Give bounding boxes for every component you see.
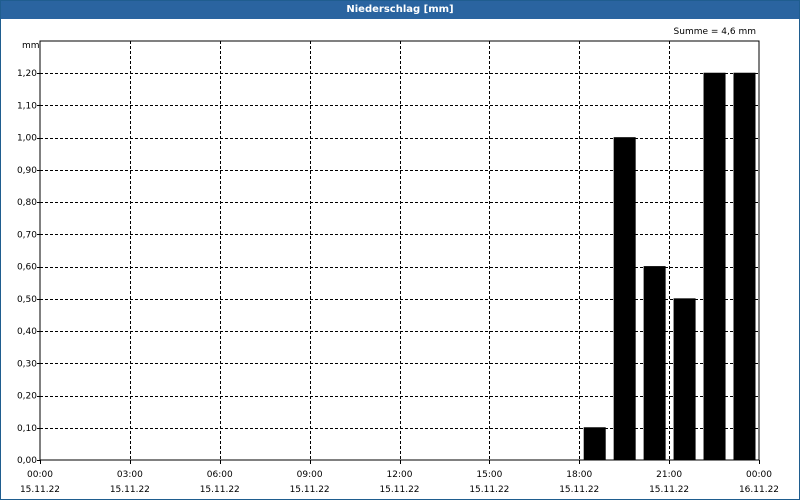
x-tick-date-label: 15.11.22	[290, 485, 330, 495]
x-tick-date-label: 15.11.22	[469, 485, 509, 495]
x-tick-time-label: 18:00	[566, 470, 592, 480]
bar	[583, 427, 606, 461]
bar	[673, 298, 696, 461]
x-tick-time-label: 00:00	[746, 470, 772, 480]
x-tick-date-label: 15.11.22	[559, 485, 599, 495]
x-axis: 00:00 15.11.22 03:00 15.11.22 06:00 15.11.22 0…	[20, 460, 779, 495]
y-tick-label: 0,80	[17, 198, 37, 208]
x-tick-date-label: 16.11.22	[739, 485, 779, 495]
y-tick-label: 0,70	[17, 230, 37, 240]
y-tick-label: 0,10	[17, 424, 37, 434]
sum-label: Summe = 4,6 mm	[674, 27, 756, 37]
y-tick-label: 1,10	[17, 101, 37, 111]
x-tick-date-label: 15.11.22	[649, 485, 689, 495]
y-tick-label: 0,30	[17, 359, 37, 369]
bar	[703, 72, 726, 461]
y-tick-label: 1,00	[17, 134, 37, 144]
x-tick-time-label: 09:00	[297, 470, 323, 480]
x-tick-time-label: 21:00	[656, 470, 682, 480]
y-axis-unit-label: mm	[22, 41, 40, 51]
x-tick-date-label: 15.11.22	[110, 485, 150, 495]
precipitation-chart: 0,00 0,10 0,20 0,30 0,40 0,50 0,60 0,70 0,80 0,90…	[17, 27, 779, 495]
x-tick-date-label: 15.11.22	[379, 485, 419, 495]
bar	[613, 137, 636, 461]
bar	[733, 72, 756, 461]
x-tick-time-label: 06:00	[207, 470, 233, 480]
y-tick-label: 0,50	[17, 295, 37, 305]
y-tick-label: 0,90	[17, 166, 37, 176]
x-tick-date-label: 15.11.22	[20, 485, 60, 495]
bar	[643, 266, 666, 461]
x-tick-time-label: 15:00	[476, 470, 502, 480]
x-tick-time-label: 00:00	[27, 470, 53, 480]
y-tick-label: 1,20	[17, 69, 37, 79]
y-tick-label: 0,00	[17, 456, 37, 466]
x-tick-time-label: 03:00	[117, 470, 143, 480]
y-axis: 0,00 0,10 0,20 0,30 0,40 0,50 0,60 0,70 0,80 0,90…	[17, 69, 40, 466]
y-tick-label: 0,60	[17, 263, 37, 273]
y-tick-label: 0,40	[17, 327, 37, 337]
x-tick-date-label: 15.11.22	[200, 485, 240, 495]
y-tick-label: 0,20	[17, 392, 37, 402]
x-tick-time-label: 12:00	[387, 470, 413, 480]
